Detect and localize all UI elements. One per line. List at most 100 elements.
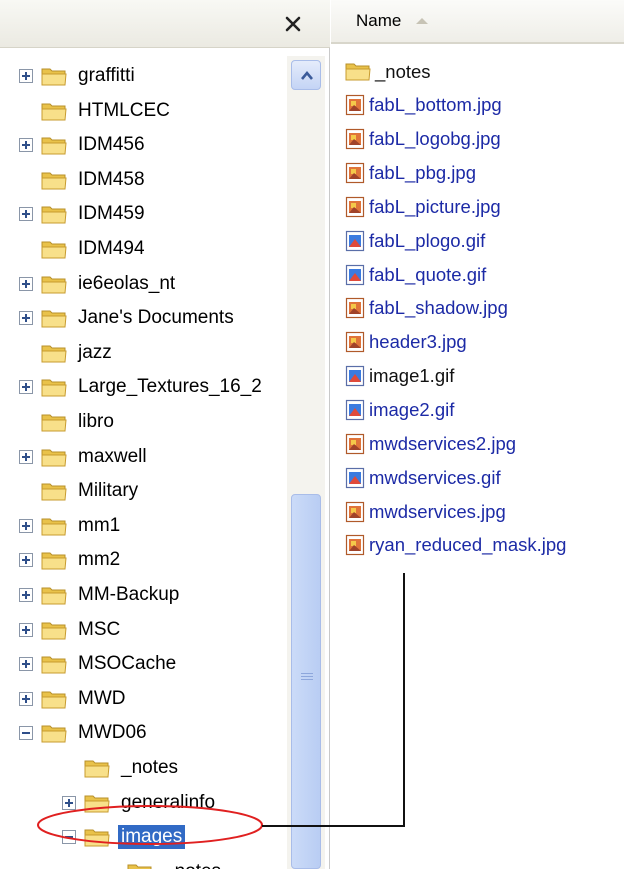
- tree-item[interactable]: _notes: [105, 855, 224, 869]
- tree-item[interactable]: IDM459: [19, 197, 148, 231]
- file-name-label: _notes: [375, 60, 431, 82]
- jpg-file-icon: [345, 162, 365, 184]
- folder-icon: [41, 585, 67, 605]
- tree-item-label: _notes: [161, 860, 224, 869]
- tree-item-label: Military: [78, 480, 139, 502]
- folder-icon: [127, 862, 153, 869]
- file-list-item[interactable]: image1.gif: [345, 360, 454, 393]
- file-name-label: fabL_pbg.jpg: [369, 162, 476, 184]
- expand-icon[interactable]: [19, 518, 33, 533]
- tree-item[interactable]: MWD: [19, 682, 128, 716]
- tree-item[interactable]: IDM458: [19, 163, 148, 197]
- file-list-item[interactable]: fabL_quote.gif: [345, 258, 486, 291]
- tree-item-label: MWD06: [78, 722, 147, 744]
- file-name-label: fabL_bottom.jpg: [369, 94, 502, 116]
- tree-item[interactable]: MM-Backup: [19, 578, 182, 612]
- file-list-item[interactable]: mwdservices2.jpg: [345, 427, 516, 460]
- folder-icon: [84, 758, 110, 778]
- tree-item[interactable]: IDM456: [19, 128, 148, 162]
- tree-item-label: maxwell: [78, 445, 147, 467]
- folder-icon: [41, 481, 67, 501]
- file-list-item[interactable]: ryan_reduced_mask.jpg: [345, 529, 566, 562]
- file-name-label: ryan_reduced_mask.jpg: [369, 534, 567, 556]
- expand-icon[interactable]: [19, 588, 33, 602]
- tree-item[interactable]: mm2: [19, 543, 123, 577]
- tree-item[interactable]: IDM494: [19, 232, 148, 266]
- close-icon[interactable]: [283, 14, 303, 34]
- file-name-label: fabL_shadow.jpg: [369, 297, 508, 319]
- file-list-item[interactable]: fabL_bottom.jpg: [345, 89, 502, 122]
- jpg-file-icon: [345, 297, 365, 319]
- expand-icon[interactable]: [19, 553, 33, 568]
- file-list-item[interactable]: fabL_logobg.jpg: [345, 123, 501, 156]
- folder-icon: [41, 170, 67, 190]
- expand-icon[interactable]: [19, 207, 33, 222]
- file-list-item[interactable]: fabL_shadow.jpg: [345, 292, 508, 325]
- folder-tree-pane: graffitti HTMLCEC IDM456 IDM458 IDM459 IDM494…: [0, 0, 330, 869]
- tree-item-label: generalinfo: [121, 791, 216, 813]
- file-list-item[interactable]: image2.gif: [345, 394, 454, 427]
- tree-item[interactable]: HTMLCEC: [19, 94, 173, 128]
- tree-item[interactable]: ie6eolas_nt: [19, 267, 178, 301]
- expand-icon[interactable]: [19, 622, 33, 637]
- tree-item[interactable]: maxwell: [19, 440, 150, 474]
- expand-icon[interactable]: [19, 691, 33, 706]
- scrollbar-thumb[interactable]: [291, 494, 321, 869]
- tree-item[interactable]: mm1: [19, 509, 123, 543]
- folder-icon: [41, 66, 67, 86]
- tree-item[interactable]: libro: [19, 405, 117, 439]
- jpg-file-icon: [345, 94, 365, 116]
- file-name-label: header3.jpg: [369, 331, 467, 353]
- tree-item[interactable]: graffitti: [19, 59, 138, 93]
- tree-item[interactable]: MSOCache: [19, 647, 179, 681]
- file-list-item[interactable]: fabL_pbg.jpg: [345, 157, 476, 190]
- name-column-header[interactable]: Name: [331, 0, 624, 44]
- gif-file-icon: [345, 230, 365, 252]
- file-name-label: fabL_plogo.gif: [369, 229, 486, 251]
- file-list-item[interactable]: mwdservices.jpg: [345, 495, 506, 528]
- name-column-label: Name: [356, 11, 402, 30]
- tree-item[interactable]: MWD06: [19, 716, 150, 750]
- expand-icon[interactable]: [19, 380, 33, 395]
- folder-icon: [345, 61, 371, 83]
- file-list-item[interactable]: fabL_plogo.gif: [345, 224, 485, 257]
- folder-icon: [41, 654, 67, 674]
- folder-icon: [41, 377, 67, 397]
- file-list-item[interactable]: _notes: [345, 55, 431, 88]
- tree-item[interactable]: images: [62, 820, 186, 854]
- tree-item[interactable]: jazz: [19, 336, 115, 370]
- file-list-item[interactable]: header3.jpg: [345, 326, 467, 359]
- collapse-icon[interactable]: [19, 726, 33, 741]
- tree-item-label: ie6eolas_nt: [78, 272, 176, 294]
- tree-item[interactable]: generalinfo: [62, 786, 218, 820]
- expand-icon[interactable]: [19, 311, 33, 326]
- file-list-item[interactable]: mwdservices.gif: [345, 461, 501, 494]
- folder-icon: [41, 620, 67, 640]
- tree-item-label: HTMLCEC: [78, 99, 170, 121]
- tree-item-label: images: [118, 825, 186, 850]
- expand-icon[interactable]: [19, 138, 33, 153]
- sort-ascending-icon: [416, 18, 429, 24]
- tree-item[interactable]: MSC: [19, 613, 123, 647]
- expand-icon[interactable]: [19, 69, 33, 83]
- file-list-item[interactable]: fabL_picture.jpg: [345, 190, 501, 223]
- chevron-up-icon: [301, 70, 313, 80]
- tree-item-label: MSC: [78, 618, 121, 640]
- gif-file-icon: [345, 264, 365, 286]
- file-name-label: fabL_quote.gif: [369, 263, 487, 285]
- expand-icon[interactable]: [19, 449, 33, 464]
- scroll-up-button[interactable]: [291, 60, 321, 90]
- tree-item[interactable]: Military: [19, 474, 141, 508]
- tree-item[interactable]: Jane's Documents: [19, 301, 237, 335]
- folder-icon: [41, 204, 67, 224]
- tree-item[interactable]: _notes: [62, 751, 181, 785]
- file-name-label: image1.gif: [369, 365, 455, 387]
- file-list-pane: Name _notes fabL_bottom.jpg fabL_logobg.jp…: [331, 0, 624, 869]
- expand-icon[interactable]: [62, 795, 76, 810]
- folder-icon: [41, 412, 67, 432]
- expand-icon[interactable]: [19, 276, 33, 291]
- expand-icon[interactable]: [19, 657, 33, 672]
- tree-item[interactable]: Large_Textures_16_2: [19, 370, 265, 404]
- collapse-icon[interactable]: [62, 830, 76, 845]
- tree-scrollbar[interactable]: [287, 56, 325, 869]
